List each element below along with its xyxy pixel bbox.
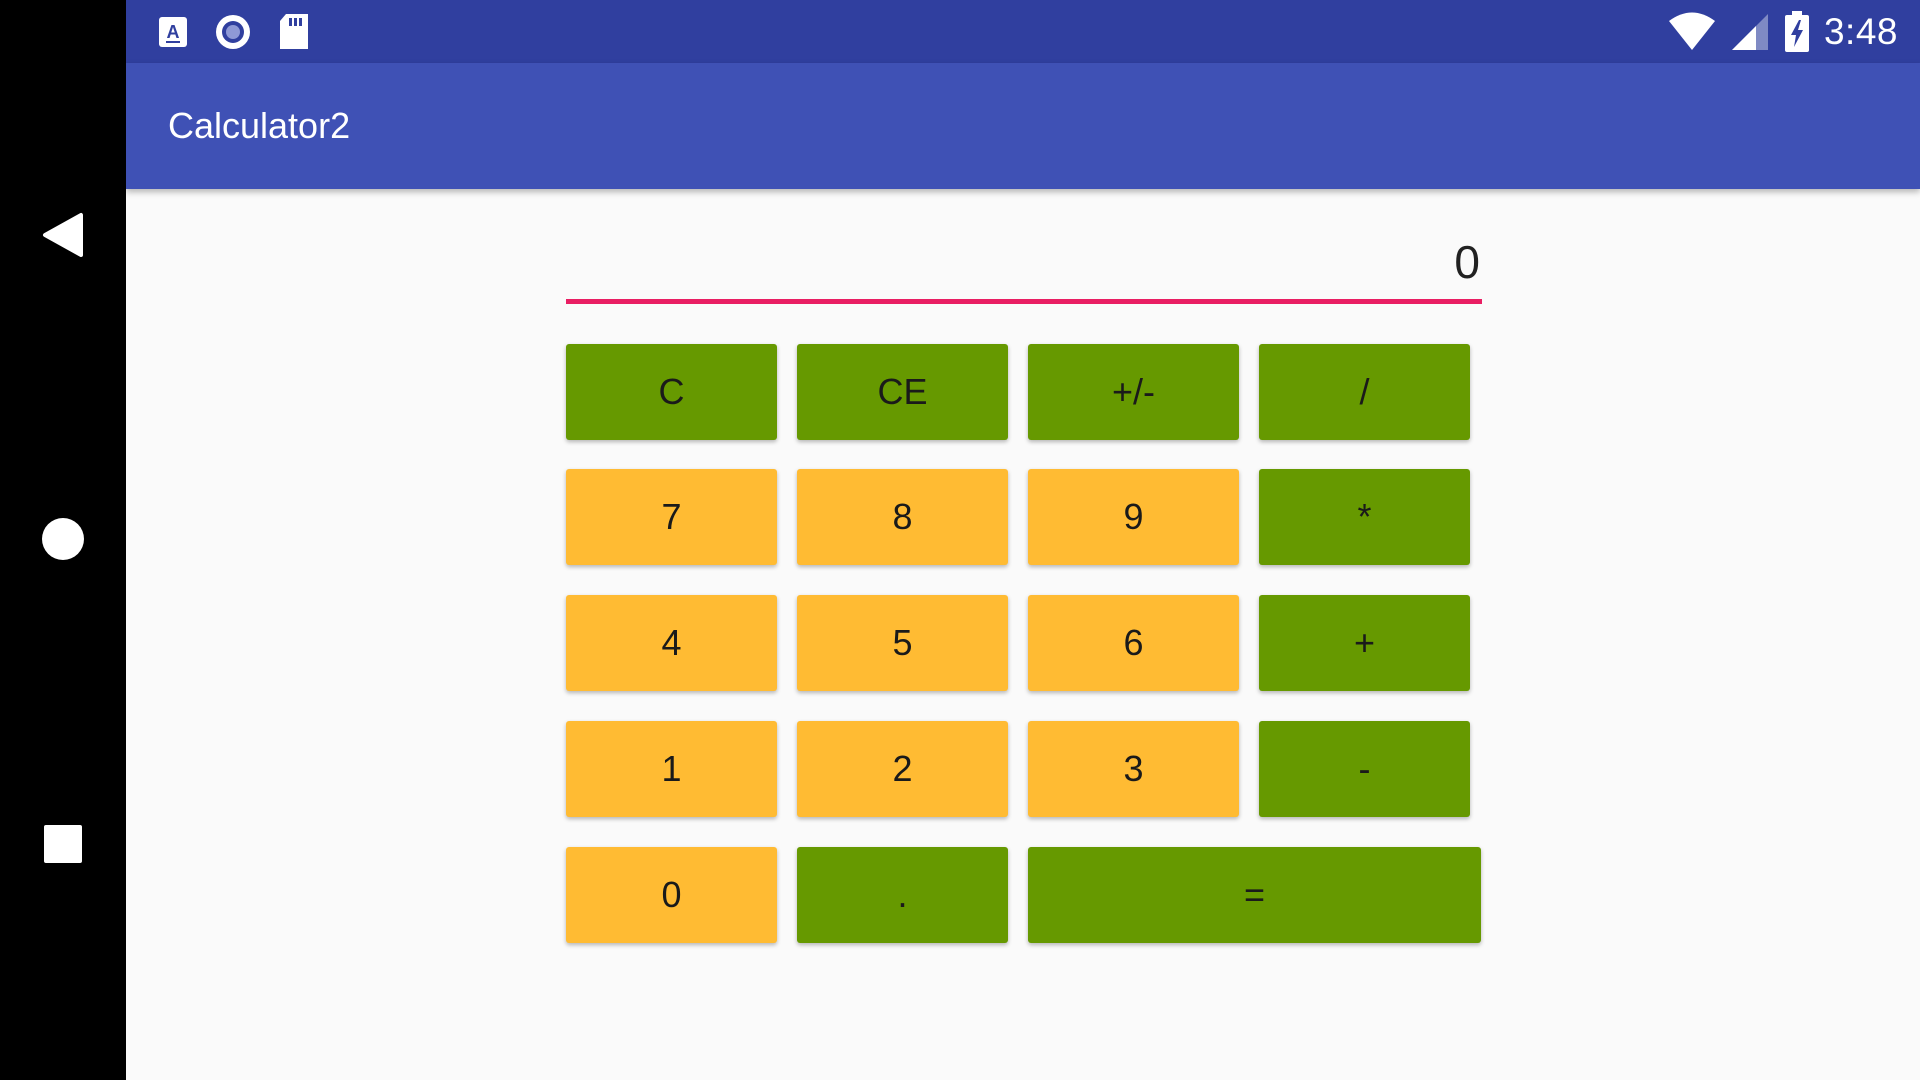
digit-1-button[interactable]: 1 bbox=[566, 721, 777, 817]
wifi-icon bbox=[1668, 12, 1715, 50]
multiply-button[interactable]: * bbox=[1259, 469, 1470, 565]
digit-4-button[interactable]: 4 bbox=[566, 595, 777, 691]
navigation-bar bbox=[0, 0, 126, 1080]
result-display[interactable]: 0 bbox=[566, 229, 1482, 304]
clear-entry-button[interactable]: CE bbox=[797, 344, 1008, 440]
back-button[interactable] bbox=[0, 180, 126, 290]
status-bar: A 3:48 bbox=[126, 0, 1920, 63]
digit-8-button[interactable]: 8 bbox=[797, 469, 1008, 565]
decimal-button[interactable]: . bbox=[797, 847, 1008, 943]
digit-3-button[interactable]: 3 bbox=[1028, 721, 1239, 817]
clock: 3:48 bbox=[1823, 11, 1898, 52]
calculator-body: 0 C CE +/- / 7 8 9 * 4 5 6 + 1 2 3 - 0 .… bbox=[126, 189, 1920, 1080]
digit-0-button[interactable]: 0 bbox=[566, 847, 777, 943]
digit-9-button[interactable]: 9 bbox=[1028, 469, 1239, 565]
battery-charging-icon bbox=[1784, 11, 1809, 52]
back-icon bbox=[43, 213, 83, 257]
app-a-icon: A bbox=[159, 17, 187, 47]
home-icon bbox=[42, 518, 84, 560]
svg-text:A: A bbox=[167, 22, 180, 42]
home-button[interactable] bbox=[0, 484, 126, 594]
recents-button[interactable] bbox=[0, 789, 126, 899]
digit-7-button[interactable]: 7 bbox=[566, 469, 777, 565]
digit-5-button[interactable]: 5 bbox=[797, 595, 1008, 691]
app-bar: Calculator2 bbox=[126, 63, 1920, 189]
clear-button[interactable]: C bbox=[566, 344, 777, 440]
divide-button[interactable]: / bbox=[1259, 344, 1470, 440]
recents-icon bbox=[44, 825, 82, 863]
add-button[interactable]: + bbox=[1259, 595, 1470, 691]
sd-card-icon bbox=[280, 14, 308, 49]
equals-button[interactable]: = bbox=[1028, 847, 1481, 943]
display-value: 0 bbox=[1454, 236, 1480, 288]
app-screen: A 3:48 Calculator2 0 C CE +/- / 7 8 9 * … bbox=[126, 0, 1920, 1080]
app-title: Calculator2 bbox=[168, 105, 351, 146]
subtract-button[interactable]: - bbox=[1259, 721, 1470, 817]
digit-2-button[interactable]: 2 bbox=[797, 721, 1008, 817]
signal-icon bbox=[1731, 14, 1768, 50]
digit-6-button[interactable]: 6 bbox=[1028, 595, 1239, 691]
record-icon bbox=[216, 15, 250, 49]
negate-button[interactable]: +/- bbox=[1028, 344, 1239, 440]
